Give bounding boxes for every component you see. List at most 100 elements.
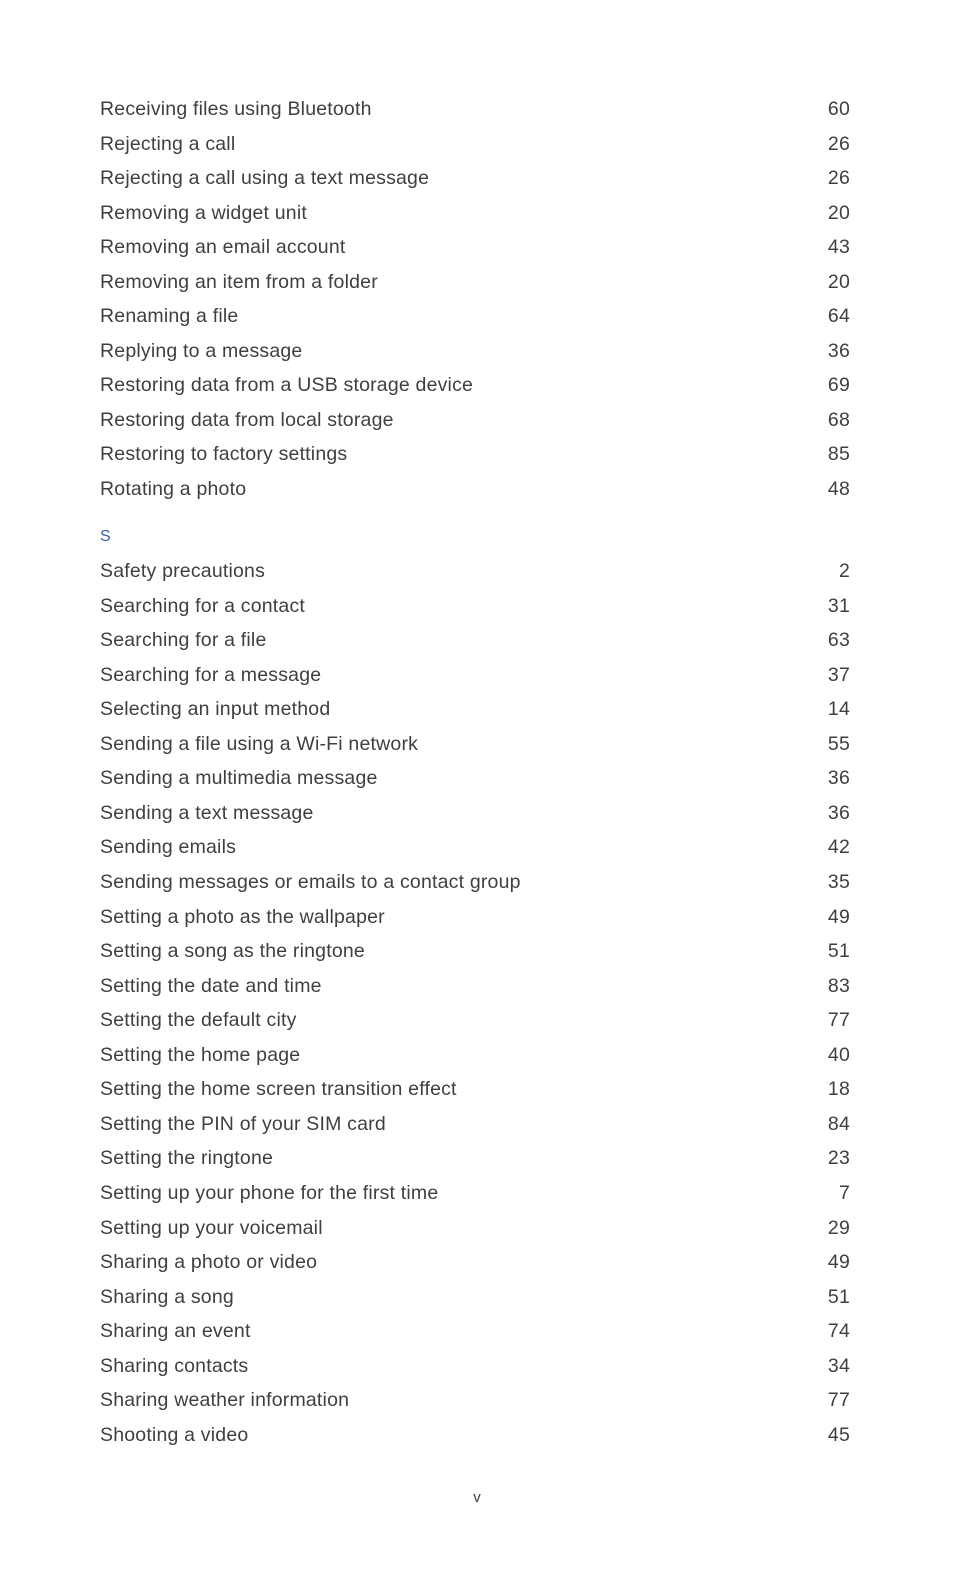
index-entry[interactable]: Setting the default city 77 <box>100 1003 850 1038</box>
index-entry-title: Restoring to factory settings <box>100 443 348 466</box>
index-entry-title: Setting the PIN of your SIM card <box>100 1112 386 1135</box>
index-entry-page-number: 74 <box>827 1320 850 1343</box>
index-entry-title: Setting the default city <box>100 1009 297 1032</box>
index-entry-title: Setting up your voicemail <box>100 1216 323 1239</box>
index-entry[interactable]: Sharing an event 74 <box>100 1314 850 1349</box>
index-entry-title: Sharing a photo or video <box>100 1251 318 1274</box>
index-entry[interactable]: Rejecting a call using a text message 26 <box>100 161 850 196</box>
index-entry-page-number: 60 <box>827 98 850 120</box>
index-entry-page-number: 26 <box>827 132 850 155</box>
index-entry-title: Searching for a file <box>100 629 267 652</box>
index-entry-title: Removing a widget unit <box>100 201 307 224</box>
index-entry[interactable]: Setting the date and time 83 <box>100 969 850 1004</box>
index-entry[interactable]: Receiving files using Bluetooth 60 <box>100 92 850 127</box>
index-entry[interactable]: Safety precautions 2 <box>100 554 850 589</box>
index-entry-page-number: 36 <box>827 801 850 824</box>
index-entry-title: Restoring data from a USB storage device <box>100 374 474 397</box>
index-entry[interactable]: Sending a multimedia message 36 <box>100 761 850 796</box>
index-entry-title: Shooting a video <box>100 1423 249 1446</box>
index-entry-page-number: 31 <box>827 594 850 617</box>
index-entry-page-number: 18 <box>827 1078 850 1101</box>
index-entry[interactable]: Setting up your phone for the first time… <box>100 1176 850 1211</box>
index-entry-title: Selecting an input method <box>100 698 331 721</box>
index-entry[interactable]: Sending a text message 36 <box>100 796 850 831</box>
index-entry-title: Sharing an event <box>100 1320 251 1343</box>
index-entry-title: Sending a text message <box>100 801 314 824</box>
index-entry-title: Sharing a song <box>100 1285 234 1308</box>
index-entry[interactable]: Renaming a file 64 <box>100 299 850 334</box>
index-entry[interactable]: Removing a widget unit 20 <box>100 196 850 231</box>
index-entry-title: Sending emails <box>100 836 237 859</box>
index-entry[interactable]: Setting a photo as the wallpaper 49 <box>100 900 850 935</box>
index-entry-title: Sending a file using a Wi-Fi network <box>100 732 419 755</box>
index-entry[interactable]: Sending messages or emails to a contact … <box>100 865 850 900</box>
index-entry-page-number: 83 <box>827 974 850 997</box>
index-entry[interactable]: Setting up your voicemail 29 <box>100 1211 850 1246</box>
index-page: Receiving files using Bluetooth 60 Rejecti… <box>0 0 954 1577</box>
index-entry[interactable]: Searching for a message 37 <box>100 658 850 693</box>
index-entry[interactable]: Setting the home page 40 <box>100 1038 850 1073</box>
index-entry-title: Renaming a file <box>100 305 239 328</box>
index-entry-page-number: 14 <box>827 698 850 721</box>
index-entry-title: Replying to a message <box>100 339 303 362</box>
index-entry[interactable]: Restoring data from a USB storage device… <box>100 368 850 403</box>
index-entry[interactable]: Sending emails 42 <box>100 830 850 865</box>
index-entry[interactable]: Sharing a photo or video 49 <box>100 1245 850 1280</box>
index-entry[interactable]: Setting the PIN of your SIM card 84 <box>100 1107 850 1142</box>
index-entry-page-number: 23 <box>827 1147 850 1170</box>
index-entry-title: Sending messages or emails to a contact … <box>100 871 521 894</box>
index-entry-page-number: 43 <box>827 236 850 259</box>
index-entry[interactable]: Searching for a contact 31 <box>100 589 850 624</box>
index-entry-page-number: 55 <box>827 732 850 755</box>
index-entry-title: Restoring data from local storage <box>100 408 394 431</box>
index-entry-title: Rejecting a call <box>100 132 236 155</box>
index-entry-title: Setting the home screen transition effec… <box>100 1078 457 1101</box>
page-footer: v <box>0 1489 954 1507</box>
index-entry-title: Setting a photo as the wallpaper <box>100 905 385 928</box>
index-entry-page-number: 64 <box>827 305 850 328</box>
index-letter-heading: S <box>100 520 850 555</box>
index-entry[interactable]: Setting the home screen transition effec… <box>100 1072 850 1107</box>
index-entry[interactable]: Rotating a photo 48 <box>100 472 850 507</box>
index-entry-page-number: 49 <box>827 1251 850 1274</box>
index-letter-label: S <box>100 527 111 545</box>
index-entry[interactable]: Restoring data from local storage 68 <box>100 403 850 438</box>
index-entry-page-number: 51 <box>827 1285 850 1308</box>
index-entry-page-number: 45 <box>827 1423 850 1446</box>
index-entry[interactable]: Sharing weather information 77 <box>100 1383 850 1418</box>
index-entry-title: Receiving files using Bluetooth <box>100 98 372 120</box>
index-entry-page-number: 63 <box>827 629 850 652</box>
index-entry-page-number: 20 <box>827 270 850 293</box>
index-entry[interactable]: Selecting an input method 14 <box>100 692 850 727</box>
index-entry-title: Sharing weather information <box>100 1389 350 1412</box>
index-entry[interactable]: Sharing contacts 34 <box>100 1349 850 1384</box>
index-entry-page-number: 7 <box>838 1181 850 1204</box>
index-entry-page-number: 26 <box>827 167 850 190</box>
index-entry[interactable]: Removing an email account 43 <box>100 230 850 265</box>
index-entry-title: Rotating a photo <box>100 478 247 501</box>
index-entry-page-number: 42 <box>827 836 850 859</box>
index-entry[interactable]: Restoring to factory settings 85 <box>100 437 850 472</box>
index-entry-title: Removing an item from a folder <box>100 270 378 293</box>
index-entry-page-number: 29 <box>827 1216 850 1239</box>
index-entry-title: Setting a song as the ringtone <box>100 940 365 963</box>
index-entry[interactable]: Removing an item from a folder 20 <box>100 265 850 300</box>
index-entry-title: Sharing contacts <box>100 1354 249 1377</box>
index-entry[interactable]: Sharing a song 51 <box>100 1280 850 1315</box>
index-entry-title: Searching for a contact <box>100 594 306 617</box>
index-entry-title: Setting the ringtone <box>100 1147 274 1170</box>
index-entry-page-number: 85 <box>827 443 850 466</box>
index-entry[interactable]: Setting a song as the ringtone 51 <box>100 934 850 969</box>
index-entry[interactable]: Searching for a file 63 <box>100 623 850 658</box>
index-entry-title: Setting up your phone for the first time <box>100 1181 439 1204</box>
index-entry[interactable]: Replying to a message 36 <box>100 334 850 369</box>
index-entry-title: Setting the home page <box>100 1043 301 1066</box>
index-entry-page-number: 51 <box>827 940 850 963</box>
index-entry[interactable]: Setting the ringtone 23 <box>100 1141 850 1176</box>
index-entry-title: Sending a multimedia message <box>100 767 378 790</box>
index-entry[interactable]: Rejecting a call 26 <box>100 127 850 162</box>
index-entry-page-number: 77 <box>827 1009 850 1032</box>
folio-number: v <box>473 1489 481 1506</box>
index-entry[interactable]: Shooting a video 45 <box>100 1418 850 1453</box>
index-entry[interactable]: Sending a file using a Wi-Fi network 55 <box>100 727 850 762</box>
